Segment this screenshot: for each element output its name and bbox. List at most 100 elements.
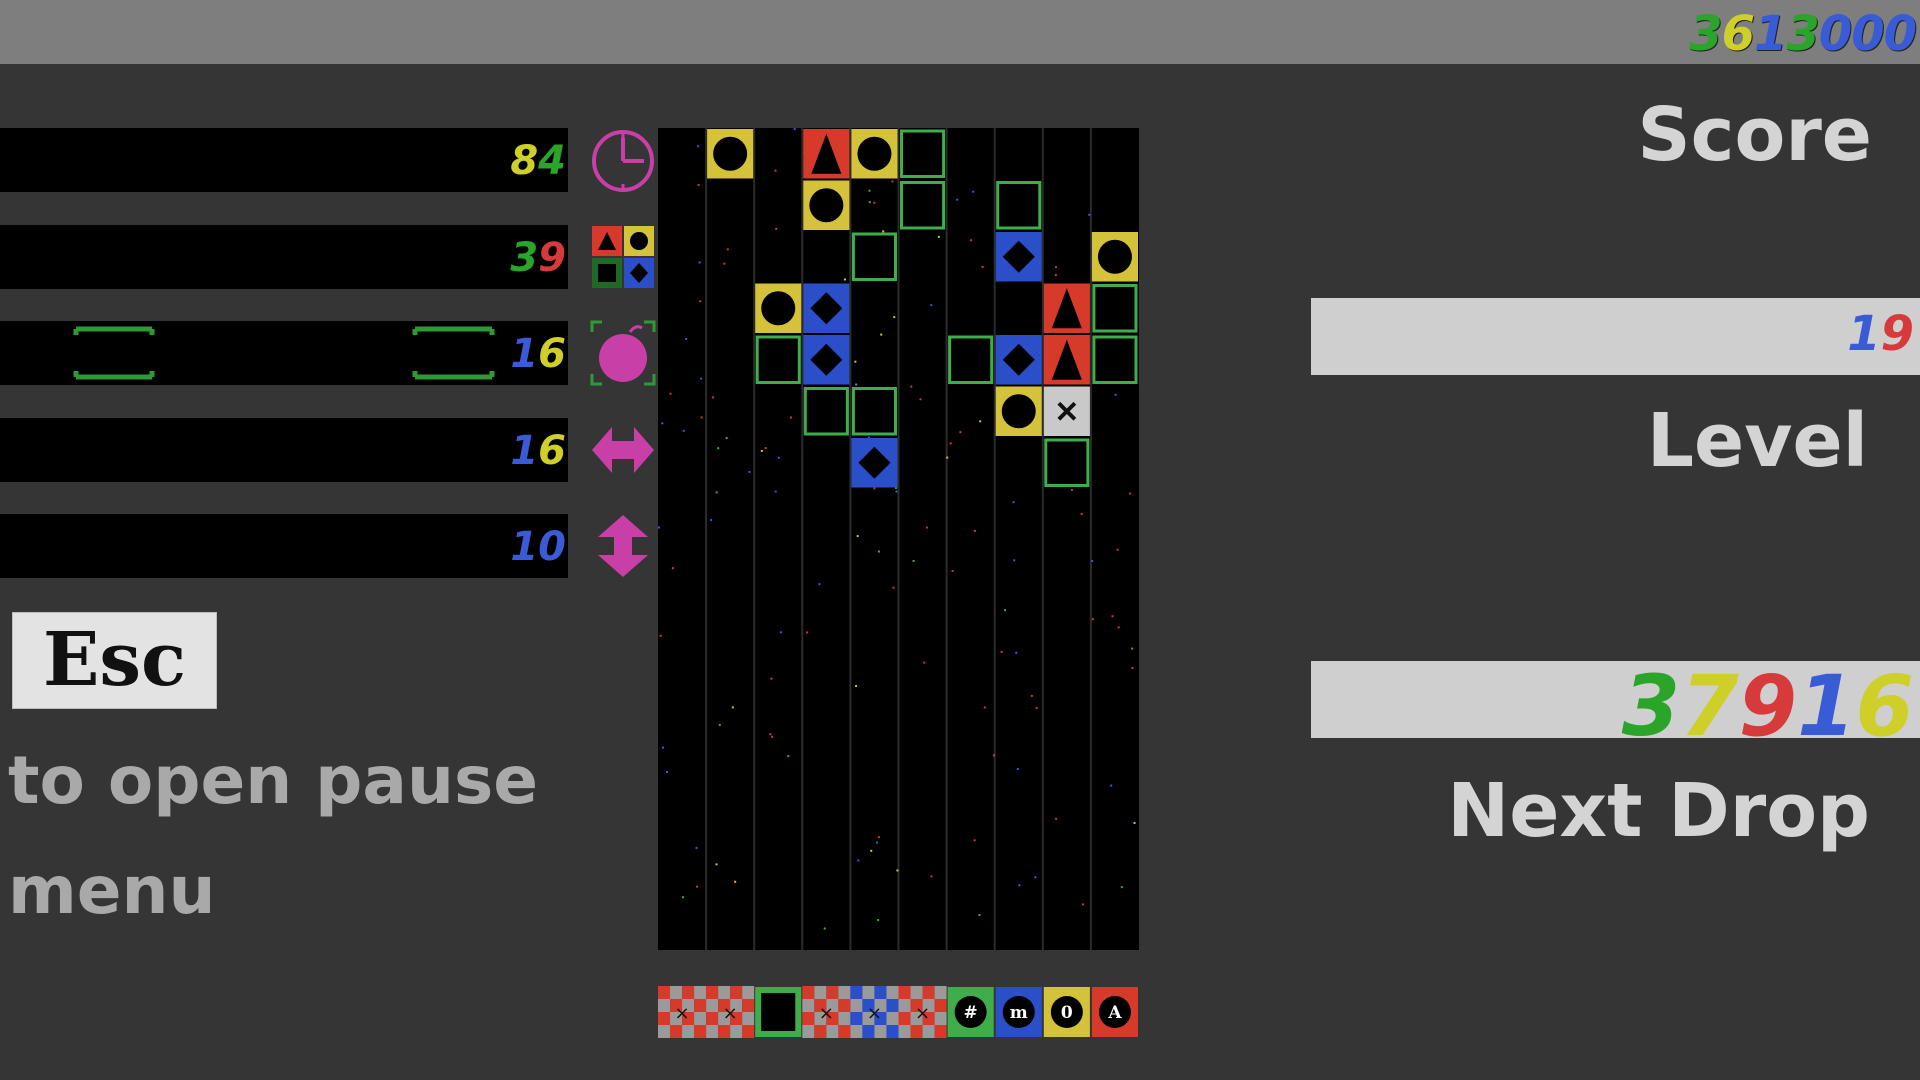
sparkle <box>793 128 796 131</box>
sparkle <box>789 416 792 419</box>
queue-piece: 0 <box>1043 987 1090 1037</box>
stat-bar-bomb: 16 <box>0 321 568 385</box>
stat-value: 16 <box>510 331 566 377</box>
sparkle <box>717 447 720 450</box>
queue-piece: A <box>1091 987 1138 1037</box>
sparkle <box>764 447 767 450</box>
queue-piece-label: m <box>1010 1003 1028 1023</box>
sparkle <box>1133 821 1136 824</box>
digit: 1 <box>1753 6 1787 62</box>
sparkle <box>1018 884 1021 887</box>
sparkle <box>951 570 954 573</box>
board-piece-empty <box>851 387 897 436</box>
board-piece-empty <box>900 181 946 230</box>
sparkle <box>771 735 774 738</box>
esc-key-button[interactable]: Esc <box>12 612 217 709</box>
sparkle <box>823 927 826 930</box>
sparkle <box>972 190 975 193</box>
digit: 1 <box>510 524 539 570</box>
sparkle <box>1091 618 1094 621</box>
board-piece-circle <box>851 129 898 179</box>
level-value: 19 <box>1847 306 1914 362</box>
sparkle <box>671 567 674 570</box>
sparkle <box>895 490 898 493</box>
sparkle <box>1091 560 1094 563</box>
sparkle <box>699 300 702 303</box>
board-piece-empty <box>1044 438 1090 487</box>
sparkle <box>1129 492 1132 495</box>
header-score: 3613000 <box>1689 6 1917 62</box>
digit: 9 <box>1880 306 1914 362</box>
sparkle <box>959 431 962 434</box>
level-label: Level <box>1646 398 1868 484</box>
digit: 6 <box>538 428 566 474</box>
sparkle <box>873 201 876 204</box>
sparkle <box>774 490 777 493</box>
digit: 0 <box>538 524 566 570</box>
sparkle <box>978 913 981 916</box>
digit: 3 <box>1621 657 1681 755</box>
sparkle <box>843 278 846 281</box>
score-label: Score <box>1637 92 1872 178</box>
sparkle <box>1081 903 1084 906</box>
sparkle <box>697 145 700 148</box>
sparkle <box>970 239 973 242</box>
sparkle <box>1120 886 1123 889</box>
sparkle <box>979 420 982 423</box>
board-piece-diamond <box>995 232 1042 282</box>
sparkle <box>1080 513 1083 516</box>
svg-text:×: × <box>723 1003 738 1024</box>
sparkle <box>923 661 926 664</box>
sparkle <box>893 316 896 319</box>
game-board[interactable] <box>658 128 1139 950</box>
digit: 7 <box>1680 657 1739 755</box>
sparkle <box>876 841 879 844</box>
pause-hint-text: to open pause menu <box>8 742 538 929</box>
sparkle <box>681 896 684 899</box>
sparkle <box>665 771 668 774</box>
sparkle <box>818 583 821 586</box>
sparkle <box>760 449 763 452</box>
board-piece-cross <box>1043 386 1090 436</box>
sparkle <box>868 201 871 204</box>
queue-piece: × <box>706 986 755 1038</box>
board-piece-diamond <box>851 438 898 488</box>
sparkle <box>949 442 952 445</box>
digit: 3 <box>1689 6 1722 62</box>
board-piece-empty <box>851 232 897 281</box>
sparkle <box>1004 609 1007 612</box>
sparkle <box>725 437 728 440</box>
svg-text:×: × <box>915 1003 930 1024</box>
board-piece-triangle <box>803 129 850 179</box>
sparkle <box>715 491 718 494</box>
sparkle <box>878 836 881 839</box>
sparkle <box>661 422 664 425</box>
digit: 8 <box>510 138 539 184</box>
next-drop-bar: 37916 <box>1311 657 1920 755</box>
next-drop-value: 37916 <box>1622 657 1914 755</box>
sparkle <box>912 559 915 562</box>
sparkle <box>877 550 880 553</box>
board-piece-empty <box>948 335 994 384</box>
digit: 6 <box>1855 657 1914 755</box>
sparkle <box>877 919 880 922</box>
sparkle <box>925 526 928 529</box>
sparkle <box>1070 488 1073 491</box>
sparkle <box>1016 768 1019 771</box>
sparkle <box>710 519 713 522</box>
sparkle <box>937 235 940 238</box>
sparkle <box>857 859 860 862</box>
sparkle <box>669 392 672 395</box>
queue-piece: # <box>947 987 994 1037</box>
stat-bar-vertical: 10 <box>0 514 568 578</box>
sparkle <box>1116 548 1119 551</box>
board-piece-empty <box>1092 284 1138 333</box>
sparkle <box>1013 559 1016 562</box>
sparkle <box>1034 876 1037 879</box>
sparkle <box>697 183 700 186</box>
horizontal-arrows-icon <box>592 427 654 473</box>
sparkle <box>1088 213 1091 216</box>
sparkle <box>856 535 859 538</box>
sparkle <box>930 304 933 307</box>
sparkle <box>787 755 790 758</box>
